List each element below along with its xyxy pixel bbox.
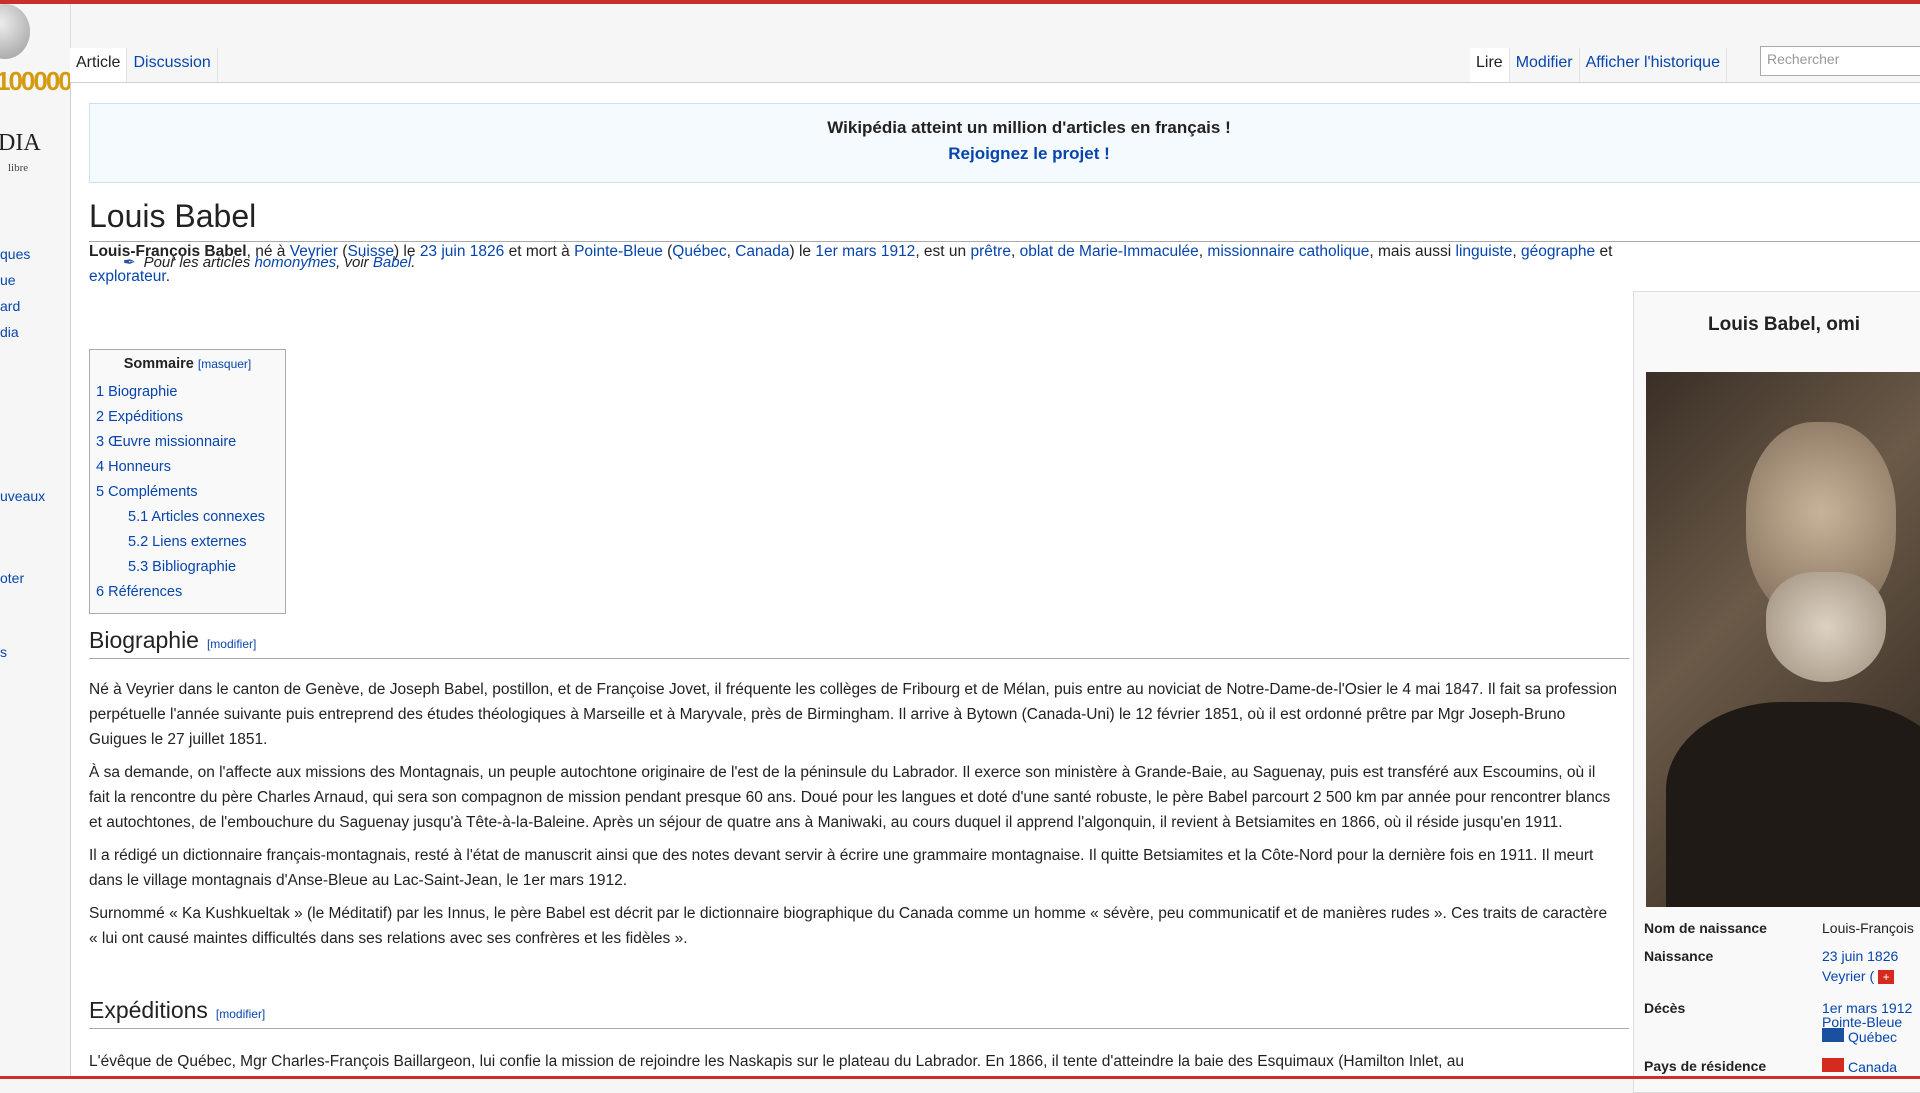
intro-paragraph: Louis-François Babel, né à Veyrier ( Suis… (89, 239, 1619, 297)
search-input[interactable]: Rechercher (1760, 46, 1920, 76)
tagline: libre (8, 162, 29, 174)
link-birth-date[interactable]: 23 juin 1826 (420, 243, 504, 260)
section-title: Biographie (89, 627, 199, 653)
sidebar-item[interactable]: dia (0, 324, 19, 340)
portrait-image[interactable] (1646, 372, 1920, 907)
toc-subitem[interactable]: 5.1 Articles connexes (96, 505, 279, 530)
join-project-link[interactable]: Rejoignez le projet ! (90, 144, 1920, 164)
intro-text: et mort à (504, 243, 575, 260)
section-heading-biographie: Biographie [modifier] (89, 627, 1629, 659)
sidebar: 1000000 DIA libre ques ue ard dia uveaux… (0, 4, 85, 1076)
infobox-value: Canada (1822, 1058, 1920, 1075)
table-of-contents: Sommaire [masquer] 1 Biographie 2 Expédi… (89, 349, 286, 614)
biographie-text: Né à Veyrier dans le canton de Genève, d… (89, 677, 1619, 959)
namespace-tabs: Article Discussion (70, 48, 218, 82)
sidebar-item[interactable]: ques (0, 246, 30, 262)
toc-title: Sommaire [masquer] (96, 356, 279, 372)
link-suisse[interactable]: Suisse (347, 243, 394, 260)
infobox-title: Louis Babel, omi (1707, 314, 1861, 335)
sidebar-item[interactable]: ue (0, 272, 16, 288)
tab-edit[interactable]: Modifier (1510, 48, 1580, 82)
window-top-border (0, 0, 1920, 4)
link-pretre[interactable]: prêtre (970, 243, 1011, 260)
paragraph: L'évêque de Québec, Mgr Charles-François… (89, 1053, 1464, 1070)
intro-text: . (165, 268, 171, 285)
link-explorateur[interactable]: explorateur (89, 268, 166, 285)
portrait-beard (1766, 572, 1886, 682)
swiss-flag-icon: + (1878, 970, 1895, 984)
tab-discussion[interactable]: Discussion (127, 48, 218, 82)
section-heading-expeditions: Expéditions [modifier] (89, 997, 1629, 1029)
tab-history[interactable]: Afficher l'historique (1580, 48, 1727, 82)
infobox-value: Veyrier ( + (1822, 968, 1920, 984)
infobox-label: Nom de naissance (1644, 920, 1767, 936)
wordmark: DIA (0, 130, 41, 156)
toc-item[interactable]: 2 Expéditions (96, 405, 279, 430)
paragraph: À sa demande, on l'affecte aux missions … (89, 764, 1611, 831)
toc-subitem[interactable]: 5.2 Liens externes (96, 530, 279, 555)
link-missionnaire[interactable]: missionnaire catholique (1207, 243, 1369, 260)
birth-place-link[interactable]: Veyrier ( (1822, 968, 1874, 984)
toc-subitem[interactable]: 5.3 Bibliographie (96, 555, 279, 580)
intro-text: , (1512, 243, 1522, 260)
link-quebec[interactable]: Québec (672, 243, 726, 260)
toc-title-text: Sommaire (123, 356, 194, 372)
link-pointe-bleue[interactable]: Pointe-Bleue (574, 243, 663, 260)
portrait-coat (1666, 702, 1920, 907)
page-title: Louis Babel (89, 198, 1920, 242)
link-death-date[interactable]: mars 1912 (838, 243, 915, 260)
section-title: Expéditions (89, 997, 208, 1023)
edit-section-link[interactable]: [modifier] (216, 1007, 265, 1021)
infobox: Louis Babel, omi Nom de naissance Louis-… (1633, 291, 1920, 1093)
content-area: Wikipédia atteint un million d'articles … (70, 82, 1920, 1093)
infobox-value: Québec (1822, 1028, 1920, 1045)
view-tabs: Lire Modifier Afficher l'historique (1470, 48, 1727, 82)
sidebar-item[interactable]: s (0, 644, 7, 660)
toc-item[interactable]: 4 Honneurs (96, 455, 279, 480)
link-oblat[interactable]: oblat de Marie-Immaculée (1020, 243, 1199, 260)
sidebar-item[interactable]: oter (0, 570, 24, 586)
sidebar-item[interactable]: uveaux (0, 488, 45, 504)
intro-text: ( (662, 243, 673, 260)
sidebar-item[interactable]: ard (0, 298, 20, 314)
toc-item[interactable]: 3 Œuvre missionnaire (96, 430, 279, 455)
paragraph: Il a rédigé un dictionnaire français-mon… (89, 847, 1594, 889)
toc-item[interactable]: 1 Biographie (96, 380, 279, 405)
intro-text: , né à (246, 243, 290, 260)
tab-article[interactable]: Article (70, 48, 128, 82)
link-geographe[interactable]: géographe (1521, 243, 1595, 260)
subject-name: Louis-François Babel (89, 243, 247, 260)
link-veyrier[interactable]: Veyrier (290, 243, 338, 260)
site-notice: Wikipédia atteint un million d'articles … (89, 103, 1920, 183)
intro-text: , (726, 243, 736, 260)
link-death-day[interactable]: 1er (815, 243, 837, 260)
infobox-label: Décès (1644, 1000, 1686, 1016)
intro-text: et (1595, 243, 1613, 260)
intro-text: , est un (915, 243, 971, 260)
canada-flag-icon (1822, 1058, 1844, 1072)
toc-hide-toggle[interactable]: [masquer] (198, 357, 251, 371)
intro-text: , mais aussi (1369, 243, 1456, 260)
site-notice-text: Wikipédia atteint un million d'articles … (827, 118, 1231, 137)
quebec-flag-icon (1822, 1028, 1844, 1042)
link-canada[interactable]: Canada (735, 243, 789, 260)
toc-item[interactable]: 6 Références (96, 580, 279, 605)
intro-text: ) le (789, 243, 816, 260)
intro-text: , (1010, 243, 1020, 260)
tab-read[interactable]: Lire (1470, 48, 1510, 82)
wikipedia-globe-logo[interactable] (0, 4, 30, 59)
infobox-label: Pays de résidence (1644, 1058, 1767, 1074)
death-region-link[interactable]: Québec (1848, 1029, 1897, 1045)
infobox-label: Naissance (1644, 948, 1714, 964)
infobox-value: Louis-François (1822, 920, 1914, 936)
edit-section-link[interactable]: [modifier] (207, 637, 256, 651)
toc-item[interactable]: 5 Compléments (96, 480, 279, 505)
link-linguiste[interactable]: linguiste (1456, 243, 1513, 260)
paragraph: Surnommé « Ka Kushkueltak » (le Méditati… (89, 905, 1608, 947)
infobox-value[interactable]: 23 juin 1826 (1822, 948, 1920, 964)
residence-link[interactable]: Canada (1848, 1059, 1897, 1075)
paragraph: Né à Veyrier dans le canton de Genève, d… (89, 681, 1617, 748)
intro-text: ) le (393, 243, 420, 260)
